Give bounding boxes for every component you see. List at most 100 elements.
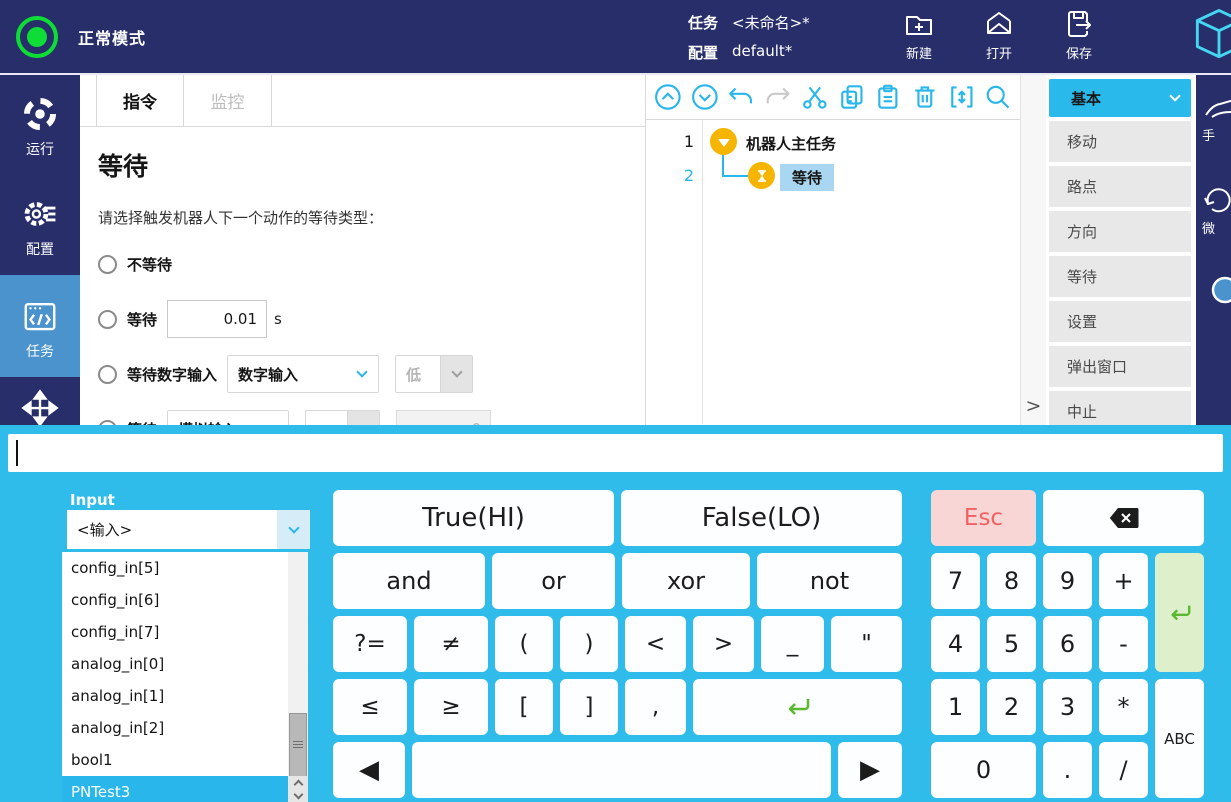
key-enter[interactable] [1155,553,1204,672]
key-xor[interactable]: xor [622,553,750,609]
key-less-equal[interactable]: ≤ [333,679,407,735]
panel-toggle-strip: > [1020,75,1046,425]
key-cursor-right[interactable]: ▶ [838,742,902,798]
list-item[interactable]: analog_in[0] [62,648,288,680]
key-plus[interactable]: + [1099,553,1148,609]
scrollbar-up-button[interactable] [288,776,308,789]
list-item[interactable]: analog_in[2] [62,712,288,744]
key-asterisk[interactable]: * [1099,679,1148,735]
expression-input[interactable] [8,434,1223,472]
key-backspace[interactable] [1043,490,1204,546]
key-4[interactable]: 4 [931,616,980,672]
key-bracket-open[interactable]: [ [495,679,553,735]
command-panel: 基本 移动 路点 方向 等待 设置 弹出窗口 中止 [1046,75,1196,425]
list-item[interactable]: config_in[6] [62,584,288,616]
key-quote[interactable]: " [831,616,902,672]
tree-row-main-task[interactable]: 机器人主任务 [746,133,836,154]
wait-node-icon [748,162,775,189]
list-item[interactable]: config_in[5] [62,552,288,584]
list-item[interactable]: config_in[7] [62,616,288,648]
digital-level-select[interactable]: 低 [395,355,473,393]
key-greater-equal[interactable]: ≥ [414,679,488,735]
wait-seconds-input[interactable]: 0.01 [167,300,267,338]
save-task-button[interactable]: 保存 [1048,8,1110,62]
command-category-dropdown[interactable]: 基本 [1049,79,1191,117]
key-or[interactable]: or [492,553,615,609]
key-not-equal[interactable]: ≠ [414,616,488,672]
expand-node-icon[interactable] [710,128,737,155]
key-9[interactable]: 9 [1043,553,1092,609]
key-paren-close[interactable]: ) [560,616,618,672]
line-number: 1 [646,132,694,151]
tree-row-wait-selected[interactable]: 等待 [780,164,834,191]
expand-panel-chevron[interactable]: > [1021,395,1046,417]
input-source-select[interactable]: <输入> [67,510,310,549]
redo-icon[interactable] [764,83,792,111]
key-bracket-close[interactable]: ] [560,679,618,735]
move-up-icon[interactable] [654,83,682,111]
scrollbar-thumb[interactable] [289,713,307,777]
cut-icon[interactable] [801,83,829,111]
key-greater-than[interactable]: > [693,616,754,672]
circle-icon[interactable] [1210,275,1231,305]
move-down-icon[interactable] [691,83,719,111]
key-cursor-left[interactable]: ◀ [333,742,405,798]
key-not[interactable]: not [757,553,902,609]
command-direction[interactable]: 方向 [1049,211,1191,252]
key-space[interactable] [412,742,831,798]
undo-icon[interactable] [727,83,755,111]
key-5[interactable]: 5 [987,616,1036,672]
key-false[interactable]: False(LO) [621,490,902,546]
key-0[interactable]: 0 [931,742,1036,798]
new-task-button[interactable]: 新建 [888,8,950,62]
key-comma[interactable]: , [625,679,686,735]
paste-icon[interactable] [874,83,902,111]
list-scrollbar[interactable] [288,552,308,802]
list-item[interactable]: bool1 [62,744,288,776]
key-less-than[interactable]: < [625,616,686,672]
command-wait[interactable]: 等待 [1049,256,1191,297]
key-enter-wide[interactable] [693,679,902,735]
command-set[interactable]: 设置 [1049,301,1191,342]
command-waypoint[interactable]: 路点 [1049,166,1191,207]
tab-instruction[interactable]: 指令 [96,75,184,126]
key-underscore[interactable]: _ [761,616,824,672]
key-slash[interactable]: / [1099,742,1148,798]
sidebar-item-config[interactable]: 配置 [0,187,80,259]
tab-monitor[interactable]: 监控 [184,75,272,126]
key-3[interactable]: 3 [1043,679,1092,735]
radio-no-wait[interactable] [98,255,117,274]
run-icon [21,95,59,133]
digital-input-select[interactable]: 数字输入 [227,355,379,393]
key-assign-test[interactable]: ?= [333,616,407,672]
sidebar-item-task[interactable]: 任务 [0,275,80,377]
key-and[interactable]: and [333,553,485,609]
key-minus[interactable]: - [1099,616,1148,672]
key-8[interactable]: 8 [987,553,1036,609]
list-item-selected[interactable]: PNTest3 [62,776,288,802]
key-7[interactable]: 7 [931,553,980,609]
radio-wait-digital[interactable] [98,365,117,384]
key-dot[interactable]: . [1043,742,1092,798]
key-abc-mode[interactable]: ABC [1155,679,1204,798]
delete-icon[interactable] [911,83,939,111]
search-icon[interactable] [984,83,1012,111]
key-2[interactable]: 2 [987,679,1036,735]
open-task-button[interactable]: 打开 [968,8,1030,62]
key-1[interactable]: 1 [931,679,980,735]
rotate-icon[interactable] [1202,183,1231,215]
key-6[interactable]: 6 [1043,616,1092,672]
key-escape[interactable]: Esc [931,490,1036,546]
sidebar-item-run[interactable]: 运行 [0,87,80,159]
list-item[interactable]: analog_in[1] [62,680,288,712]
copy-icon[interactable] [838,83,866,111]
hand-icon[interactable] [1204,93,1231,123]
command-popup[interactable]: 弹出窗口 [1049,346,1191,387]
seconds-unit: s [274,310,282,328]
key-paren-open[interactable]: ( [495,616,553,672]
command-move[interactable]: 移动 [1049,121,1191,162]
replace-icon[interactable] [948,83,976,111]
scrollbar-down-button[interactable] [288,789,308,802]
key-true[interactable]: True(HI) [333,490,614,546]
radio-wait-time[interactable] [98,310,117,329]
